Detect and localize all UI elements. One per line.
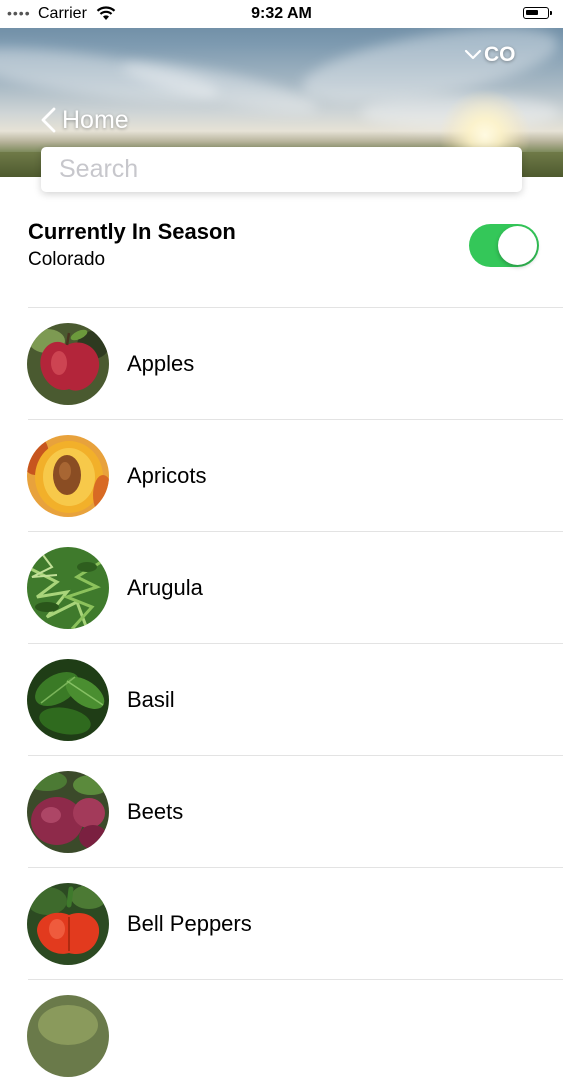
bell-pepper-image [27,883,109,965]
list-item[interactable]: Beets [0,756,563,867]
apple-image [27,323,109,405]
state-selector[interactable]: CO [462,42,516,68]
produce-list: Apples Apricots Arugula Basil Beets Bell… [0,307,563,1091]
search-bar[interactable] [41,147,522,192]
filter-location: Colorado [28,249,106,270]
list-item[interactable]: Apples [0,308,563,419]
produce-name: Beets [127,799,184,824]
list-item[interactable]: Basil [0,644,563,755]
back-label: Home [62,105,129,134]
produce-name: Basil [127,687,175,712]
clock: 9:32 AM [251,5,312,22]
list-item[interactable]: Bell Peppers [0,868,563,979]
produce-name: Bell Peppers [127,911,252,936]
list-item[interactable]: Arugula [0,532,563,643]
arugula-image [27,547,109,629]
apricot-image [27,435,109,517]
status-bar: •••• Carrier 9:32 AM [0,0,563,28]
in-season-toggle[interactable] [469,224,539,267]
beet-image [27,771,109,853]
battery-icon [523,7,552,19]
produce-name: Apples [127,351,195,376]
list-item[interactable] [0,980,563,1091]
chevron-down-icon [462,42,484,68]
back-button[interactable]: Home [38,104,129,136]
produce-name: Apricots [127,463,207,488]
produce-image [27,995,109,1077]
toggle-knob [498,226,537,265]
produce-name: Arugula [127,575,203,600]
search-input[interactable] [57,154,506,185]
basil-image [27,659,109,741]
filter-title: Currently In Season [28,219,236,244]
chevron-left-icon [38,104,62,136]
state-label: CO [484,43,516,66]
list-item[interactable]: Apricots [0,420,563,531]
